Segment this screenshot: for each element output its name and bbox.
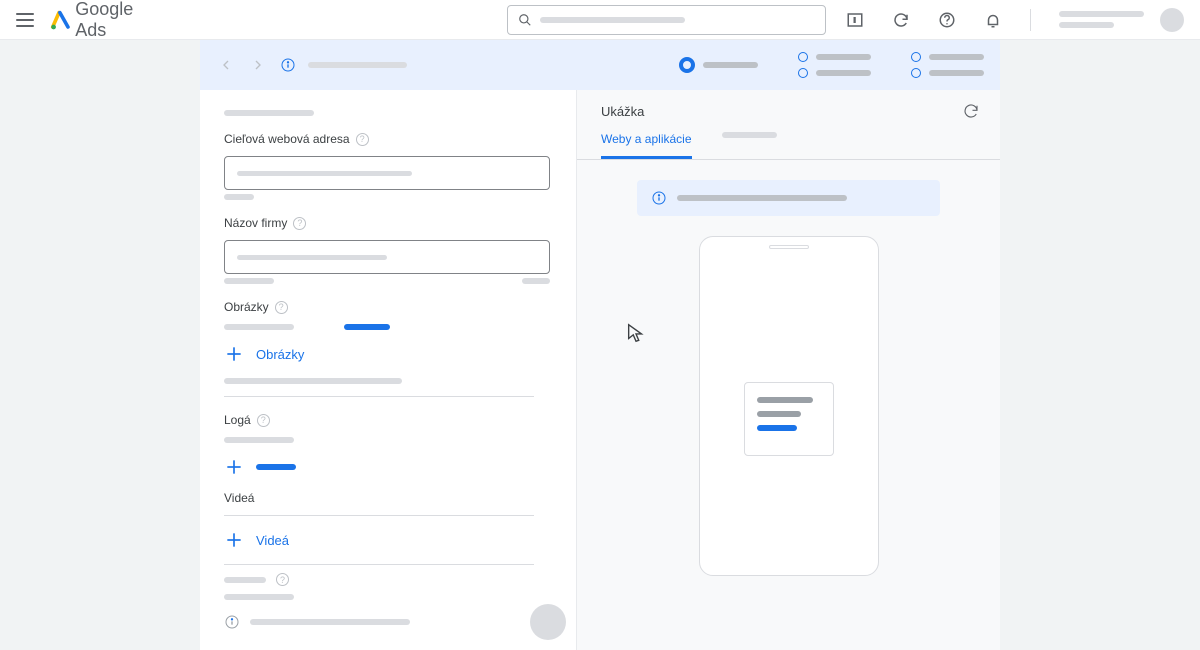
preview-tabs: Weby a aplikácie	[577, 120, 1000, 160]
divider	[224, 515, 534, 516]
help-icon[interactable]	[938, 11, 956, 29]
add-videos-button[interactable]: Videá	[224, 530, 552, 550]
panel-body: Cieľová webová adresa? Názov firmy? Obrá…	[200, 90, 1000, 650]
step-2b[interactable]	[798, 68, 871, 78]
tab-web-apps[interactable]: Weby a aplikácie	[601, 132, 692, 159]
refresh-preview-button[interactable]	[962, 102, 980, 120]
step-1[interactable]	[679, 52, 758, 78]
divider	[224, 564, 534, 565]
extra-row-2	[224, 614, 552, 630]
name-counter	[224, 278, 550, 284]
help-icon[interactable]: ?	[257, 414, 270, 427]
logos-label: Logá?	[224, 413, 552, 427]
notifications-icon[interactable]	[984, 11, 1002, 29]
plus-icon	[224, 530, 244, 550]
url-counter	[224, 194, 550, 200]
fab-button[interactable]	[530, 604, 566, 640]
phone-speaker	[769, 245, 809, 249]
phone-preview	[699, 236, 879, 576]
refresh-icon[interactable]	[892, 11, 910, 29]
product-logo[interactable]: Google Ads	[50, 0, 167, 41]
stepper-title-placeholder	[308, 62, 407, 68]
add-images-label: Obrázky	[256, 347, 304, 362]
info-icon	[651, 190, 667, 206]
step-2a[interactable]	[798, 52, 871, 62]
plus-icon	[224, 344, 244, 364]
help-icon[interactable]: ?	[276, 573, 289, 586]
ads-logo-icon	[50, 9, 72, 31]
stepper-steps	[679, 52, 984, 78]
preview-header: Ukážka	[577, 90, 1000, 120]
logos-sub-placeholder	[224, 437, 294, 443]
plus-icon	[224, 457, 244, 477]
app-header: Google Ads	[0, 0, 1200, 40]
product-name: Google Ads	[75, 0, 166, 41]
preview-info-banner	[637, 180, 940, 216]
name-label: Názov firmy?	[224, 216, 552, 230]
step-3b[interactable]	[911, 68, 984, 78]
header-tools	[846, 8, 1184, 32]
help-icon[interactable]: ?	[275, 301, 288, 314]
images-hint-placeholder	[224, 378, 402, 384]
step-3a[interactable]	[911, 52, 984, 62]
url-label: Cieľová webová adresa?	[224, 132, 552, 146]
account-name-placeholder	[1059, 11, 1144, 17]
search-input[interactable]	[507, 5, 826, 35]
add-videos-label: Videá	[256, 533, 289, 548]
search-placeholder	[540, 17, 685, 23]
divider	[224, 396, 534, 397]
menu-icon[interactable]	[16, 11, 34, 29]
help-icon[interactable]: ?	[356, 133, 369, 146]
reports-icon[interactable]	[846, 11, 864, 29]
url-input[interactable]	[224, 156, 550, 190]
add-images-button[interactable]: Obrázky	[224, 344, 552, 364]
info-icon	[224, 614, 240, 630]
ad-card	[744, 382, 834, 456]
name-input[interactable]	[224, 240, 550, 274]
stepper-bar	[200, 40, 1000, 90]
form-side: Cieľová webová adresa? Názov firmy? Obrá…	[200, 90, 576, 650]
avatar[interactable]	[1160, 8, 1184, 32]
add-logos-button[interactable]	[224, 457, 552, 477]
help-icon[interactable]: ?	[293, 217, 306, 230]
tab-other[interactable]	[722, 132, 777, 159]
content-area: Cieľová webová adresa? Názov firmy? Obrá…	[0, 40, 1200, 650]
add-logos-label-placeholder	[256, 464, 296, 470]
divider	[1030, 9, 1031, 31]
videos-label: Videá	[224, 491, 552, 505]
back-button[interactable]	[216, 55, 236, 75]
forward-button[interactable]	[248, 55, 268, 75]
images-subrow	[224, 324, 552, 330]
extra-row-1: ?	[224, 573, 552, 586]
main-panel: Cieľová webová adresa? Názov firmy? Obrá…	[200, 40, 1000, 650]
info-icon[interactable]	[280, 57, 296, 73]
preview-side: Ukážka Weby a aplikácie	[576, 90, 1000, 650]
account-info	[1059, 8, 1184, 32]
search-icon	[518, 13, 532, 27]
extra-placeholder	[224, 594, 294, 600]
section-heading-placeholder	[224, 110, 314, 116]
account-id-placeholder	[1059, 22, 1114, 28]
preview-title: Ukážka	[601, 104, 644, 119]
images-label: Obrázky?	[224, 300, 552, 314]
